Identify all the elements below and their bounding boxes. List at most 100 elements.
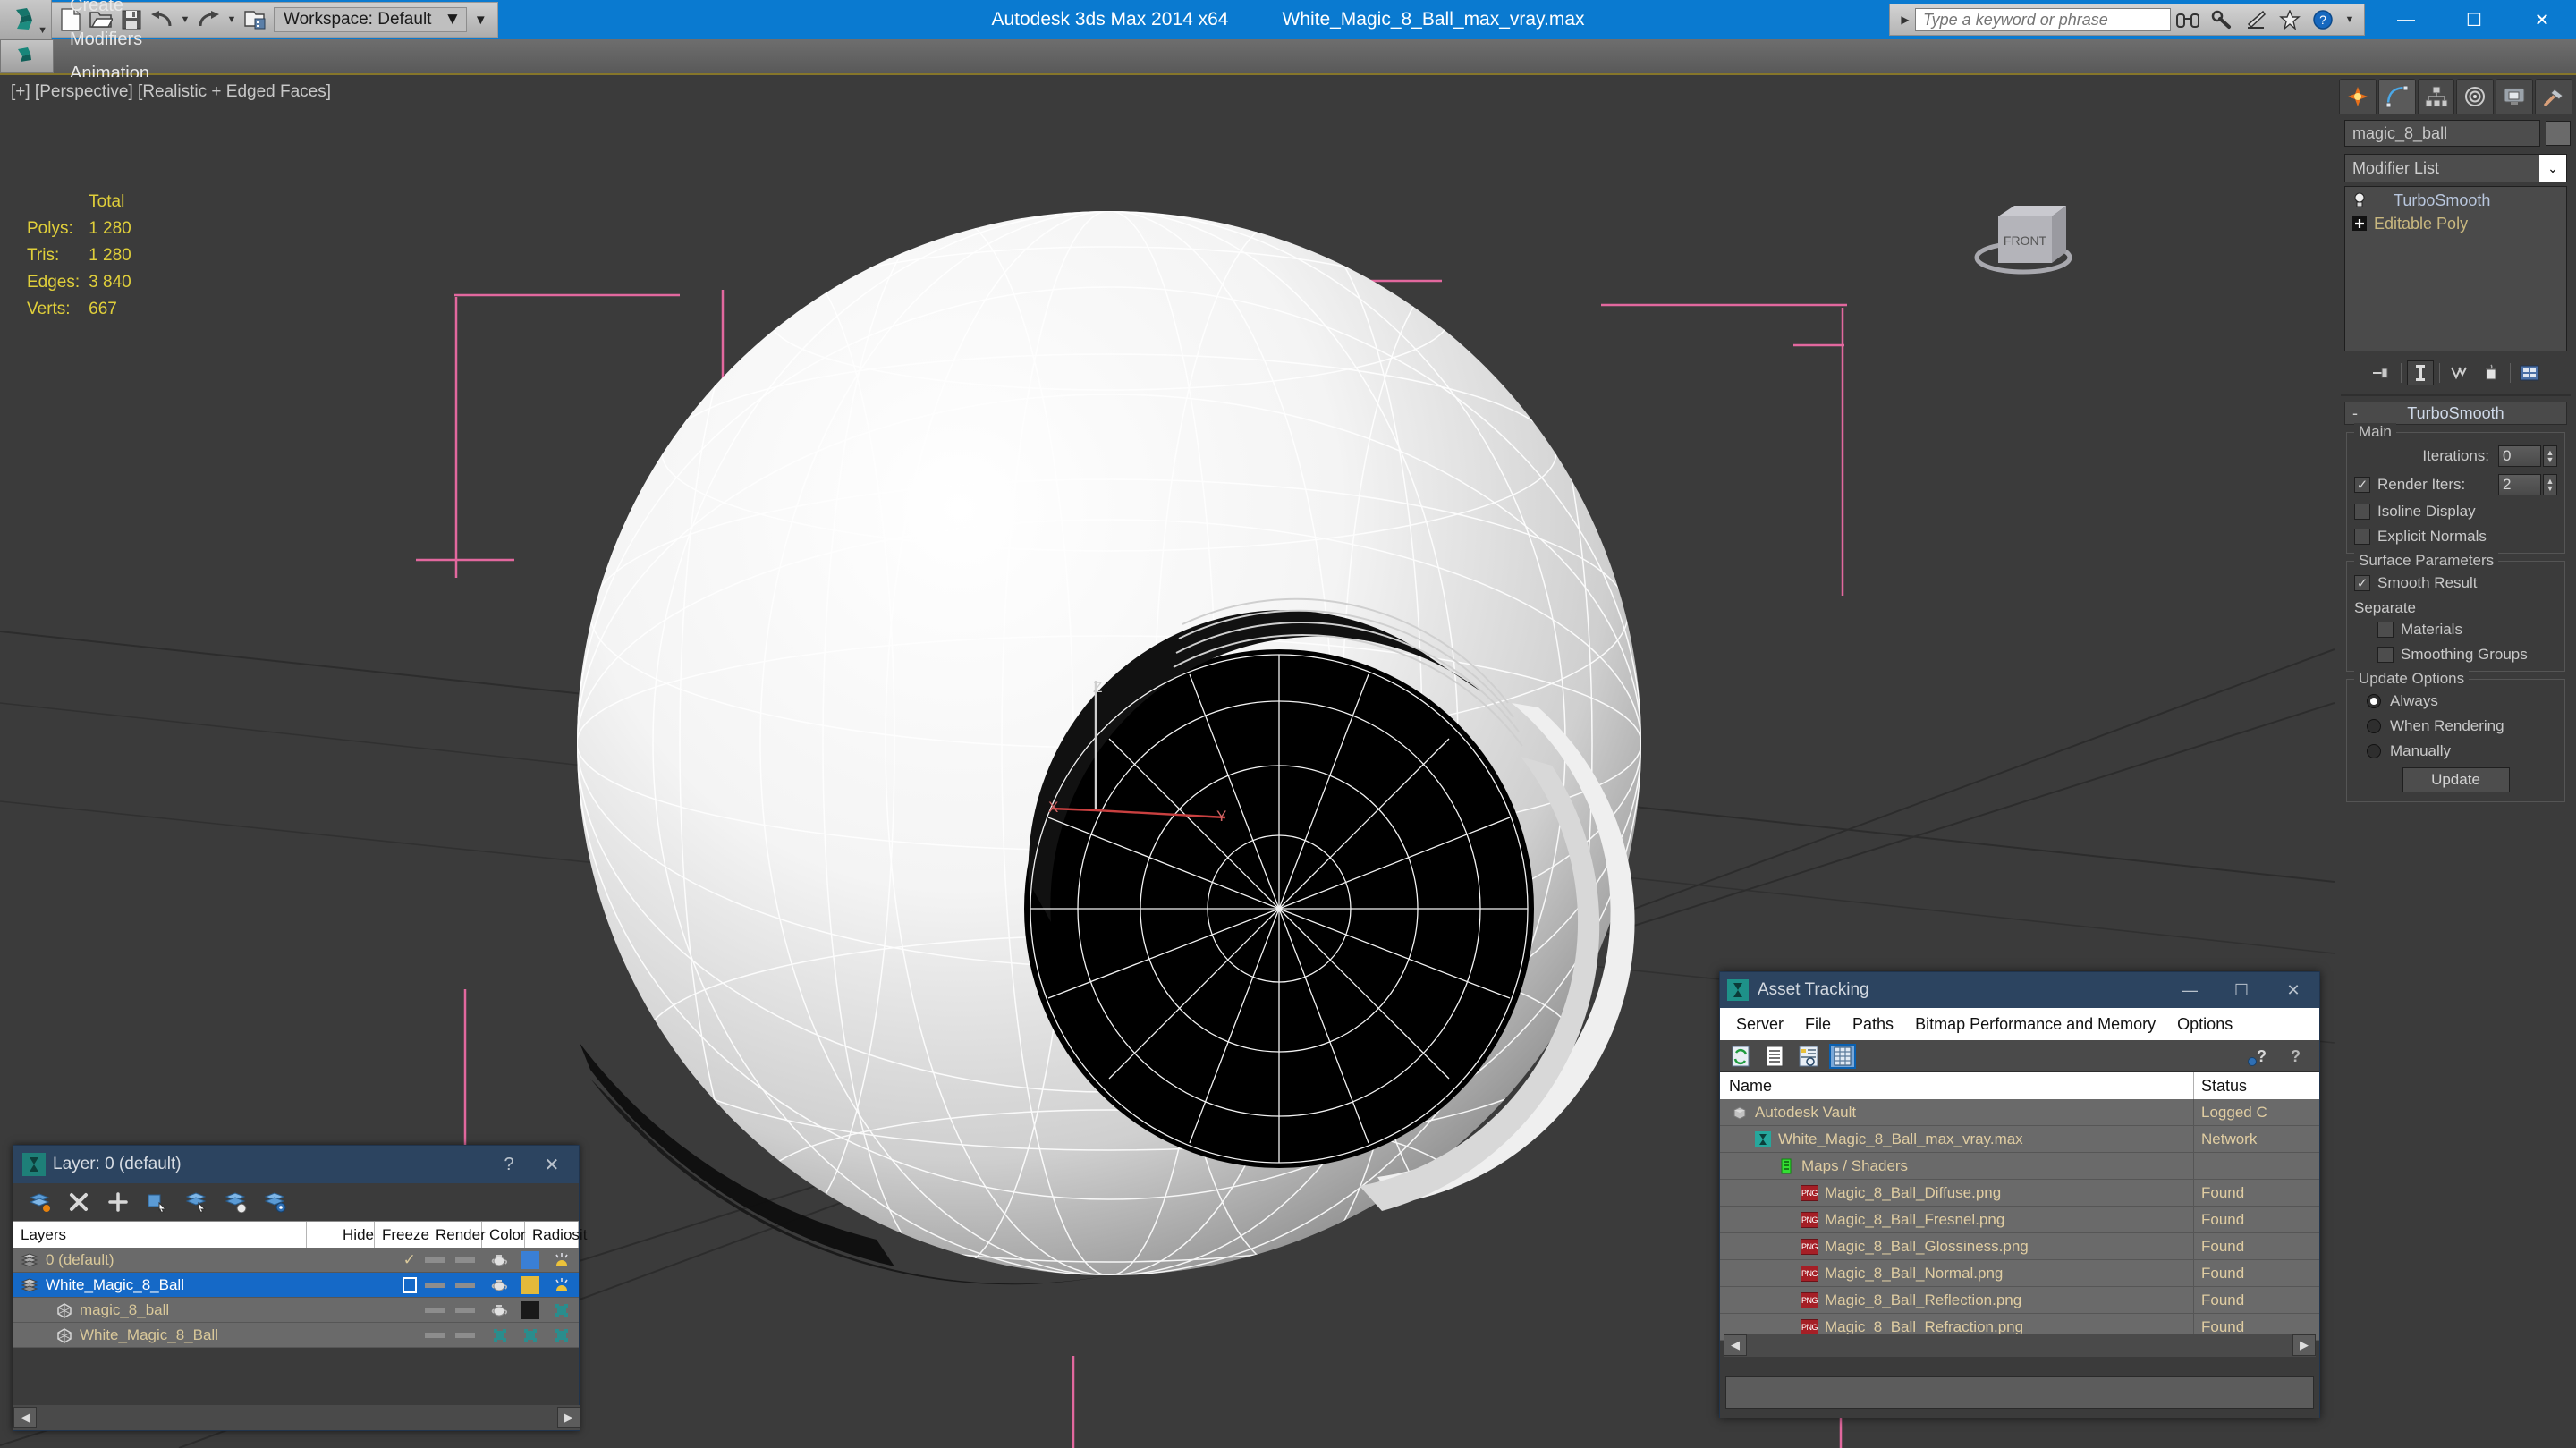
asset-row[interactable]: PNG Magic_8_Ball_Fresnel.png Found (1720, 1207, 2319, 1233)
help-button[interactable]: ? (2307, 5, 2341, 34)
subscription-center-button[interactable] (2205, 5, 2239, 34)
layer-hide-cell[interactable] (421, 1332, 449, 1338)
modify-tab[interactable] (2377, 79, 2416, 114)
layer-color-cell[interactable] (517, 1250, 545, 1269)
update-button[interactable]: Update (2402, 767, 2510, 792)
delete-layer-icon[interactable] (65, 1189, 92, 1215)
asset-close-button[interactable]: ✕ (2267, 972, 2319, 1008)
layer-scroll-right-button[interactable]: ▶ (557, 1407, 580, 1428)
refresh-icon[interactable] (1727, 1044, 1754, 1069)
create-tab[interactable] (2339, 79, 2377, 114)
smooth-result-checkbox[interactable]: ✓ (2354, 575, 2370, 591)
set-project-folder-button[interactable] (240, 4, 270, 35)
application-menu-button[interactable]: ▼ (0, 0, 52, 39)
smoothing-groups-checkbox[interactable] (2377, 647, 2394, 663)
help-icon[interactable]: ? (2278, 1044, 2305, 1069)
layer-dialog-help-button[interactable]: ? (487, 1155, 530, 1175)
layer-freeze-cell[interactable] (448, 1332, 482, 1338)
asset-menu-server[interactable]: Server (1725, 1015, 1794, 1034)
layer-render-cell[interactable] (483, 1278, 517, 1292)
asset-row[interactable]: PNG Magic_8_Ball_Reflection.png Found (1720, 1287, 2319, 1314)
asset-column-name[interactable]: Name (1720, 1072, 2194, 1099)
asset-row[interactable]: Maps / Shaders (1720, 1153, 2319, 1180)
asset-tracking-dialog[interactable]: Asset Tracking — ☐ ✕ Server File Paths Bitm… (1719, 971, 2320, 1418)
layer-hide-cell[interactable] (421, 1307, 449, 1313)
turbosmooth-rollout-header[interactable]: - TurboSmooth (2344, 402, 2567, 425)
add-selection-to-layer-icon[interactable] (144, 1189, 171, 1215)
layer-horizontal-scrollbar[interactable]: ◀ ▶ (13, 1405, 580, 1430)
asset-horizontal-scrollbar[interactable]: ◀ ▶ (1724, 1334, 2316, 1357)
layer-properties-icon[interactable] (262, 1189, 289, 1215)
layer-radiosity-cell[interactable] (545, 1328, 579, 1342)
new-layer-icon[interactable] (105, 1189, 131, 1215)
asset-row[interactable]: PNG Magic_8_Ball_Diffuse.png Found (1720, 1180, 2319, 1207)
search-input[interactable] (1915, 8, 2171, 31)
layer-row[interactable]: magic_8_ball (13, 1298, 579, 1323)
layer-color-cell[interactable] (517, 1275, 545, 1294)
layer-current-cell[interactable]: ✓ (398, 1251, 421, 1269)
list-view-icon[interactable] (1761, 1044, 1788, 1069)
layer-dialog-close-button[interactable]: ✕ (530, 1154, 573, 1176)
display-tab[interactable] (2496, 79, 2534, 114)
redo-dropdown[interactable]: ▼ (224, 4, 240, 35)
layer-row[interactable]: White_Magic_8_Ball (13, 1323, 579, 1348)
asset-minimize-button[interactable]: — (2164, 972, 2216, 1008)
asset-row[interactable]: White_Magic_8_Ball_max_vray.max Network (1720, 1126, 2319, 1153)
iterations-field[interactable]: 0 (2498, 445, 2541, 467)
layer-column-current[interactable] (307, 1222, 336, 1248)
hierarchy-tab[interactable] (2417, 79, 2455, 114)
detail-view-icon[interactable] (1795, 1044, 1822, 1069)
communication-center-button[interactable] (2239, 5, 2273, 34)
asset-scroll-left-button[interactable]: ◀ (1724, 1334, 1747, 1356)
layer-render-cell[interactable] (483, 1328, 517, 1342)
isoline-display-checkbox[interactable] (2354, 504, 2370, 520)
layer-radiosity-cell[interactable] (545, 1252, 579, 1268)
update-option-always[interactable]: Always (2354, 692, 2557, 710)
layer-render-cell[interactable] (483, 1253, 517, 1267)
asset-menu-file[interactable]: File (1794, 1015, 1842, 1034)
stack-item-turbosmooth[interactable]: TurboSmooth (2347, 189, 2564, 212)
layer-dialog[interactable]: Layer: 0 (default) ? ✕ Layers Hide Freez… (13, 1145, 587, 1431)
layer-table-body[interactable]: 0 (default) ✓ White_Magic_8_Ball magic_8_ba… (13, 1248, 579, 1348)
search-button[interactable] (2171, 5, 2205, 34)
asset-row[interactable]: PNG Magic_8_Ball_Normal.png Found (1720, 1260, 2319, 1287)
maximize-button[interactable]: ☐ (2440, 0, 2508, 39)
asset-tracking-grid[interactable]: Name Status Autodesk Vault Logged C White_… (1720, 1072, 2319, 1341)
motion-tab[interactable] (2456, 79, 2495, 114)
asset-row[interactable]: PNG Magic_8_Ball_Glossiness.png Found (1720, 1233, 2319, 1260)
grid-view-icon[interactable] (1829, 1043, 1856, 1069)
render-iters-spinner[interactable]: ▲ ▼ (2543, 474, 2557, 495)
infocenter-expand-icon[interactable]: ▶ (1895, 13, 1915, 26)
help-dropdown[interactable]: ▼ (2341, 5, 2359, 34)
utilities-tab[interactable] (2535, 79, 2572, 114)
layer-current-cell[interactable] (398, 1276, 421, 1293)
layer-color-cell[interactable] (517, 1300, 545, 1319)
layer-freeze-cell[interactable] (448, 1307, 482, 1313)
materials-checkbox[interactable] (2377, 622, 2394, 638)
render-iters-checkbox[interactable]: ✓ (2354, 477, 2370, 493)
layer-scroll-left-button[interactable]: ◀ (13, 1407, 37, 1428)
layer-freeze-cell[interactable] (448, 1257, 482, 1263)
configure-modifier-sets-button[interactable] (2516, 360, 2543, 385)
render-iters-field[interactable]: 2 (2498, 474, 2541, 495)
layer-color-cell[interactable] (517, 1328, 545, 1342)
make-layer-current-icon[interactable] (26, 1189, 53, 1215)
favorites-button[interactable] (2273, 5, 2307, 34)
help-new-icon[interactable]: ? (2244, 1044, 2271, 1069)
remove-modifier-button[interactable] (2478, 360, 2504, 385)
asset-menu-options[interactable]: Options (2166, 1015, 2243, 1034)
asset-menu-paths[interactable]: Paths (1842, 1015, 1904, 1034)
select-objects-in-layer-icon[interactable] (183, 1189, 210, 1215)
layer-hide-cell[interactable] (421, 1257, 449, 1263)
asset-menu-bitmap[interactable]: Bitmap Performance and Memory (1904, 1015, 2166, 1034)
qat-overflow-button[interactable]: ▼ (467, 13, 494, 28)
show-end-result-button[interactable] (2407, 360, 2434, 385)
object-name-field[interactable]: magic_8_ball (2344, 120, 2540, 147)
make-unique-button[interactable] (2445, 360, 2472, 385)
pin-stack-button[interactable] (2368, 360, 2395, 385)
layer-column-hide[interactable]: Hide (335, 1222, 375, 1248)
layer-freeze-cell[interactable] (448, 1282, 482, 1288)
layer-radiosity-cell[interactable] (545, 1303, 579, 1317)
update-option-when-rendering[interactable]: When Rendering (2354, 717, 2557, 735)
radio-button[interactable] (2367, 744, 2381, 758)
